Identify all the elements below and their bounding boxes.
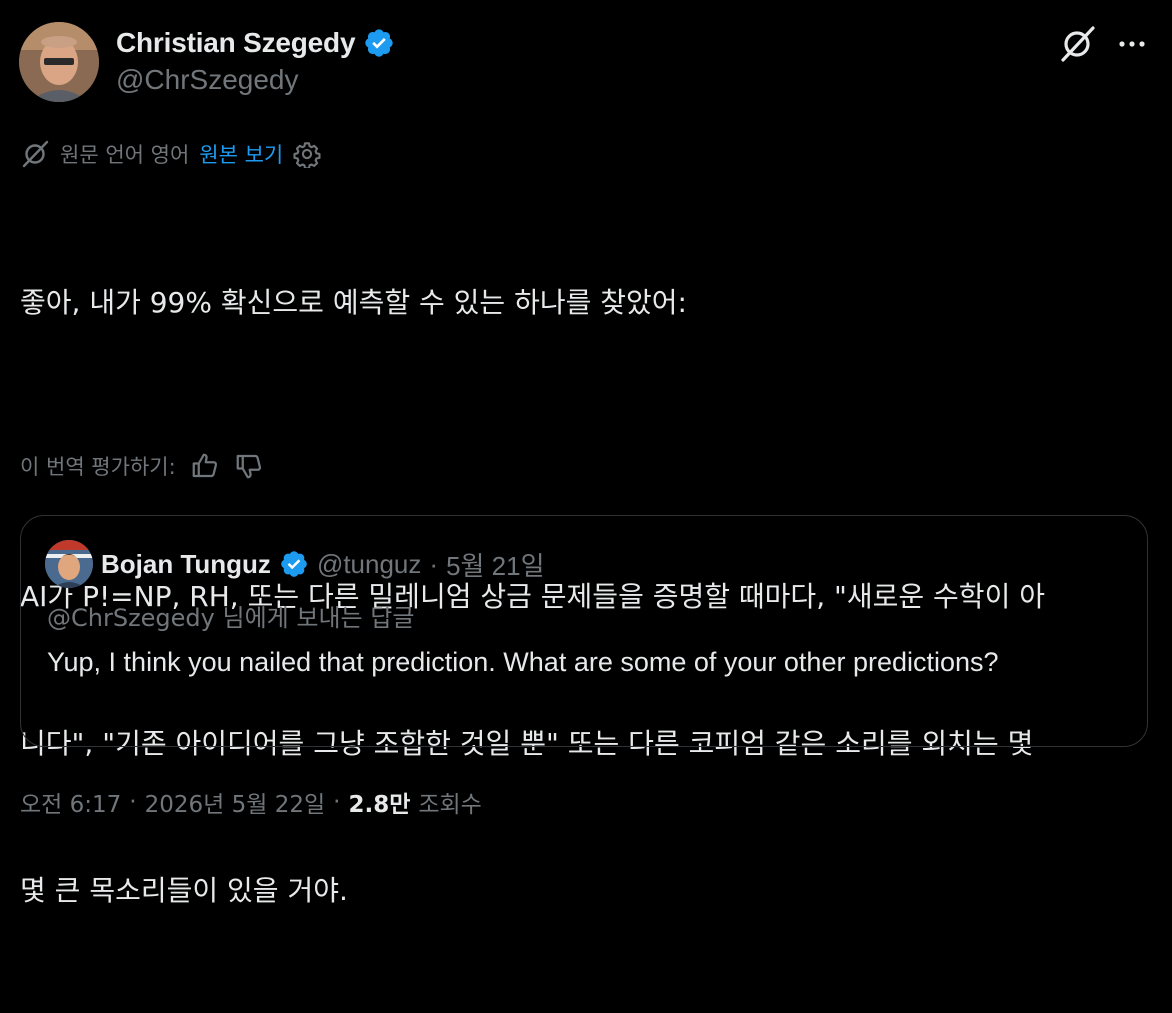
translation-language-note: 원문 언어 영어 xyxy=(60,143,190,167)
quoted-tweet-header: Bojan Tunguz @tunguz · 5월 21일 xyxy=(101,544,545,584)
translate-icon xyxy=(20,139,50,169)
tweet-time[interactable]: 오전 6:17 xyxy=(20,785,121,819)
meta-separator: · xyxy=(333,789,341,815)
quoted-author-handle[interactable]: @tunguz xyxy=(317,549,421,580)
rate-translation-label: 이 번역 평가하기: xyxy=(20,455,176,479)
thumbs-down-icon[interactable] xyxy=(234,451,264,481)
tweet-detail: Christian Szegedy @ChrSzegedy 원문 언어 영어 원… xyxy=(0,0,1172,907)
tweet-footer-meta: 오전 6:17 · 2026년 5월 22일 · 2.8만 조회수 xyxy=(20,782,482,822)
quoted-tweet-card[interactable]: Bojan Tunguz @tunguz · 5월 21일 @ChrSzeged… xyxy=(20,515,1148,747)
more-icon[interactable] xyxy=(1114,26,1150,62)
tweet-text-line: 몇 큰 목소리들이 있을 거야. xyxy=(20,874,348,907)
replying-to: @ChrSzegedy 님에게 보내는 답글 xyxy=(47,604,415,632)
grok-icon[interactable] xyxy=(1058,24,1098,64)
views-label: 조회수 xyxy=(418,792,482,818)
quoted-author-name[interactable]: Bojan Tunguz xyxy=(101,549,271,580)
author-avatar[interactable] xyxy=(19,22,99,102)
author-name[interactable]: Christian Szegedy xyxy=(116,27,356,59)
quoted-tweet-date[interactable]: 5월 21일 xyxy=(446,546,544,583)
translation-bar: 원문 언어 영어 원본 보기 xyxy=(20,136,321,172)
thumbs-up-icon[interactable] xyxy=(190,451,220,481)
tweet-date[interactable]: 2026년 5월 22일 xyxy=(145,785,326,819)
gear-icon[interactable] xyxy=(293,140,321,170)
quoted-author-avatar[interactable] xyxy=(45,540,93,588)
views-count[interactable]: 2.8만 xyxy=(348,785,410,819)
meta-separator: · xyxy=(429,548,439,579)
quoted-tweet-text: Yup, I think you nailed that prediction.… xyxy=(47,647,999,677)
show-original-link[interactable]: 원본 보기 xyxy=(199,139,283,169)
verified-badge-icon xyxy=(279,549,309,579)
tweet-text-line: 좋아, 내가 99% 확신으로 예측할 수 있는 하나를 찾았어: xyxy=(20,286,687,319)
rate-translation: 이 번역 평가하기: xyxy=(20,446,264,486)
verified-badge-icon xyxy=(363,27,395,59)
author-name-row[interactable]: Christian Szegedy xyxy=(116,22,395,64)
author-handle[interactable]: @ChrSzegedy xyxy=(116,64,299,96)
meta-separator: · xyxy=(129,789,137,815)
